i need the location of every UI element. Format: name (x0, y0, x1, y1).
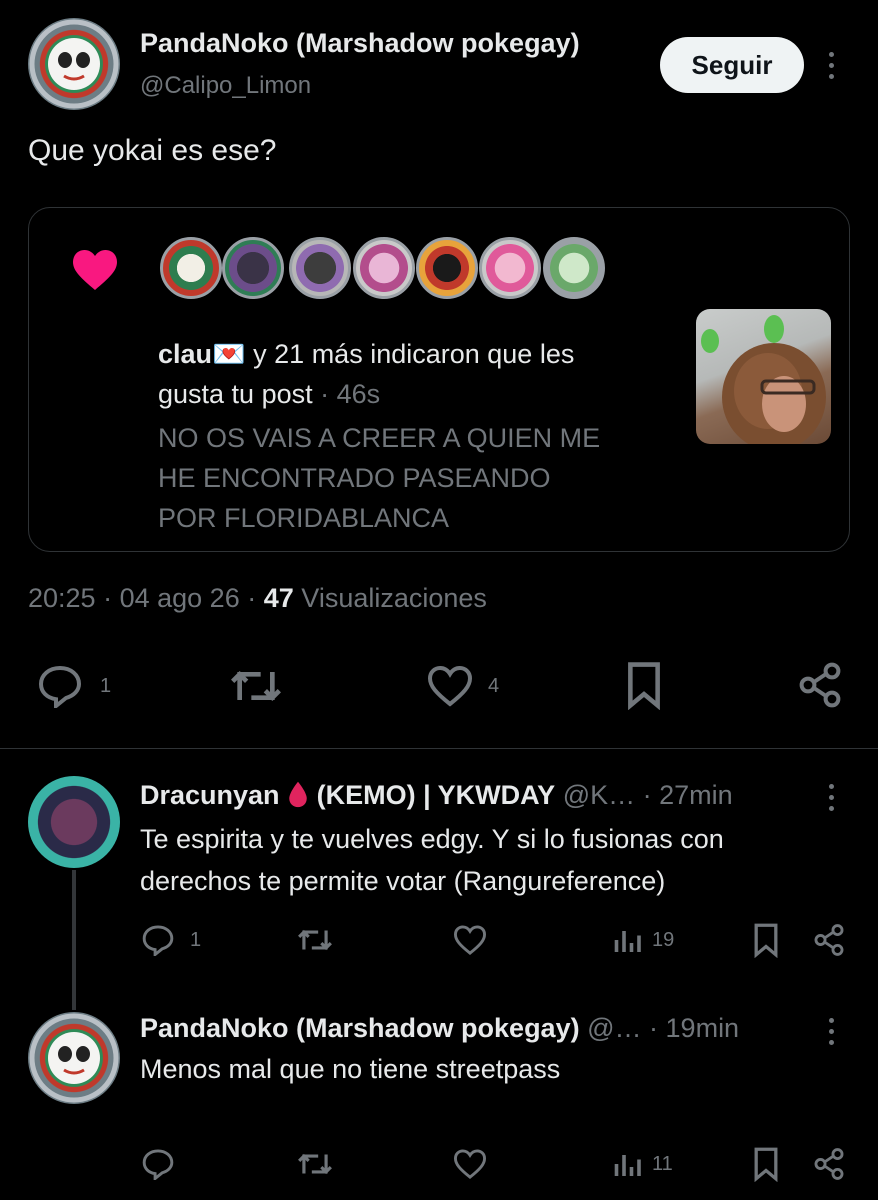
blood-drop-icon (289, 781, 307, 808)
follow-button[interactable]: Seguir (660, 37, 804, 93)
more-options-icon[interactable] (826, 52, 836, 79)
reply-icon[interactable] (140, 1148, 176, 1180)
panda-medal-icon (29, 19, 119, 109)
reply-header: Dracunyan (KEMO) | YKWDAY @K… · 27min (140, 780, 733, 811)
bookmark-icon[interactable] (752, 922, 780, 958)
reply-text-line: Te espirita y te vuelves edgy. Y si lo f… (140, 824, 724, 854)
reply-time: · 27min (642, 780, 733, 810)
liker-name[interactable]: clau💌 (158, 339, 246, 369)
liker-avatar[interactable] (416, 237, 478, 299)
retweet-icon[interactable] (296, 1148, 334, 1180)
views-chart-icon (614, 1155, 641, 1176)
panda-medal-icon (29, 1013, 119, 1103)
notification-time: · 46s (312, 379, 381, 409)
views-button[interactable]: 19 (612, 924, 674, 956)
reply-author-suffix[interactable]: (KEMO) | YKWDAY (317, 780, 556, 810)
reply-button[interactable]: 1 (34, 664, 111, 708)
reply-text-line: derechos te permite votar (Rangureferenc… (140, 866, 666, 896)
reply-text: Te espirita y te vuelves edgy. Y si lo f… (140, 818, 724, 902)
share-icon[interactable] (812, 1146, 846, 1182)
retweet-icon[interactable] (296, 924, 334, 956)
quoted-text-line: POR FLORIDABLANCA (158, 503, 450, 533)
quoted-thumbnail[interactable] (696, 309, 831, 444)
liker-avatar[interactable] (543, 237, 605, 299)
liker-avatar[interactable] (160, 237, 222, 299)
author-name[interactable]: PandaNoko (Marshadow pokegay) (140, 28, 580, 59)
summary-text-line2: gusta tu post (158, 379, 313, 409)
heart-icon (427, 665, 473, 707)
bookmark-icon[interactable] (752, 1146, 780, 1182)
share-icon[interactable] (812, 922, 846, 958)
heart-filled-icon (73, 250, 117, 290)
post-time: 20:25 (28, 583, 96, 613)
more-options-icon[interactable] (826, 784, 836, 811)
divider (0, 748, 878, 749)
post-date: 04 ago 26 (119, 583, 240, 613)
views-count: 11 (652, 1152, 673, 1175)
views-chart-icon (614, 931, 641, 952)
thread-line (72, 870, 76, 1010)
views-count: 19 (652, 928, 675, 951)
quoted-text-line: NO OS VAIS A CREER A QUIEN ME (158, 423, 601, 453)
views-button[interactable]: 11 (612, 1148, 673, 1180)
reply-author-avatar[interactable] (28, 1012, 120, 1104)
post-meta: 20:25 · 04 ago 26 · 47 Visualizaciones (28, 583, 487, 613)
reply-time: · 19min (649, 1013, 740, 1043)
reply-author-handle[interactable]: @… (587, 1013, 641, 1043)
bookmark-icon[interactable] (624, 660, 664, 710)
views-label[interactable]: Visualizaciones (301, 583, 487, 613)
reply-text: Menos mal que no tiene streetpass (140, 1054, 561, 1084)
heart-icon[interactable] (452, 924, 488, 956)
quoted-text-line: HE ENCONTRADO PASEANDO (158, 463, 551, 493)
author-handle[interactable]: @Calipo_Limon (140, 72, 311, 100)
retweet-icon[interactable] (228, 662, 284, 710)
like-button[interactable]: 4 (426, 664, 499, 708)
reply-author-avatar[interactable] (28, 776, 120, 868)
reply-author-handle[interactable]: @K… (563, 780, 635, 810)
reply-count: 1 (190, 928, 202, 951)
summary-text: y 21 más indicaron que les (245, 339, 575, 369)
views-count[interactable]: 47 (264, 583, 294, 613)
liker-avatar[interactable] (353, 237, 415, 299)
author-avatar[interactable] (28, 18, 120, 110)
reply-icon (38, 665, 82, 708)
reply-button[interactable]: 1 (140, 924, 201, 956)
notification-summary: clau💌 y 21 más indicaron que les gusta t… (158, 334, 678, 414)
like-count: 4 (488, 674, 500, 697)
reply-header: PandaNoko (Marshadow pokegay) @… · 19min (140, 1013, 739, 1044)
more-options-icon[interactable] (826, 1018, 836, 1045)
reply-icon (142, 925, 174, 956)
liker-avatar[interactable] (479, 237, 541, 299)
reply-author-name[interactable]: PandaNoko (Marshadow pokegay) (140, 1013, 580, 1043)
heart-icon[interactable] (452, 1148, 488, 1180)
liker-avatar[interactable] (222, 237, 284, 299)
reply-author-name[interactable]: Dracunyan (140, 780, 280, 810)
quoted-text: NO OS VAIS A CREER A QUIEN ME HE ENCONTR… (158, 418, 678, 538)
liker-avatar[interactable] (289, 237, 351, 299)
share-icon[interactable] (796, 660, 844, 710)
reply-count: 1 (100, 674, 112, 697)
post-text: Que yokai es ese? (28, 134, 277, 167)
